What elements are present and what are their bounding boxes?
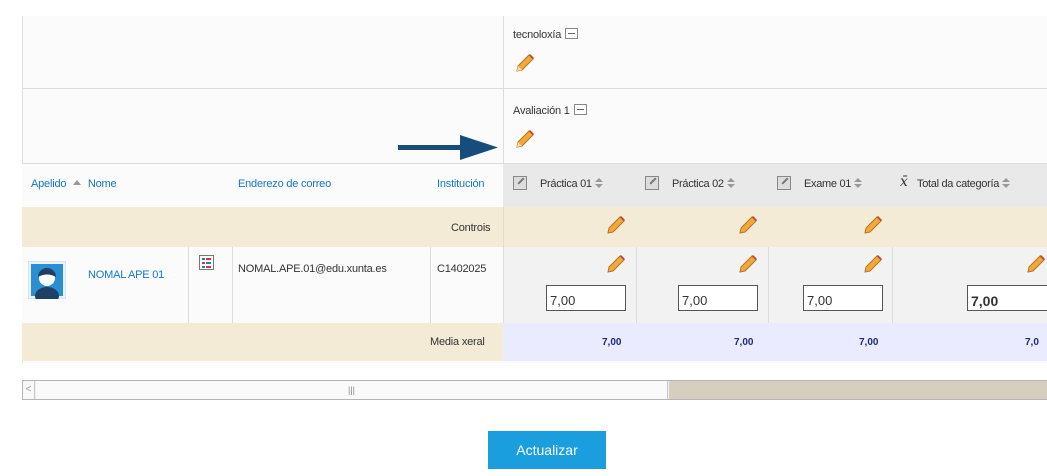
average-label: Media xeral [430, 336, 485, 348]
column-divider [188, 247, 189, 323]
pencil-icon[interactable] [603, 253, 627, 277]
average-value: 7,00 [859, 337, 879, 348]
item-name[interactable]: Exame 01 [804, 178, 851, 190]
column-divider [768, 247, 769, 323]
report-icon[interactable] [199, 255, 214, 270]
column-divider [636, 247, 637, 323]
institution-link[interactable]: Institución [437, 178, 485, 190]
average-value: 7,00 [602, 337, 622, 348]
item-header-3: Exame 01 [804, 178, 863, 190]
pencil-icon[interactable] [735, 214, 759, 238]
row-divider [22, 88, 1047, 89]
column-divider [892, 247, 893, 323]
edit-item-icon[interactable] [513, 176, 527, 190]
email-link[interactable]: Enderezo de correo [238, 178, 331, 190]
item-name[interactable]: Total da categoría [917, 178, 999, 190]
item-name[interactable]: Práctica 02 [672, 178, 724, 190]
item-name[interactable]: Práctica 01 [540, 178, 592, 190]
category-sub-name: Avaliación 1 [513, 105, 570, 117]
grade-input-practica-02[interactable] [678, 285, 758, 311]
update-button[interactable]: Actualizar [488, 431, 606, 469]
pencil-icon[interactable] [1023, 253, 1047, 277]
avatar[interactable] [28, 261, 66, 299]
average-value: 7,00 [734, 337, 754, 348]
pencil-icon[interactable] [860, 214, 884, 238]
sort-icon[interactable] [1002, 178, 1011, 189]
grade-input-exame-01[interactable] [803, 285, 883, 311]
student-email: NOMAL.APE.01@edu.xunta.es [238, 263, 387, 275]
institution-header: Institución [437, 178, 485, 190]
category-sub-label: Avaliación 1 [513, 104, 587, 117]
annotation-arrow [398, 135, 498, 160]
item-header-4: Total da categoría [917, 178, 1011, 190]
column-divider [503, 207, 504, 247]
pencil-icon[interactable] [860, 253, 884, 277]
scroll-grip: ||| [347, 385, 355, 395]
student-institution: C1402025 [437, 263, 487, 275]
pencil-icon[interactable] [512, 128, 536, 152]
scroll-track[interactable] [669, 381, 1047, 399]
name-link[interactable]: Nome [88, 178, 117, 190]
item-header-1: Práctica 01 [540, 178, 603, 190]
scroll-left-button[interactable]: < [23, 381, 35, 399]
grade-input-practica-01[interactable] [546, 285, 626, 311]
sort-up-icon[interactable] [72, 178, 82, 186]
surname-link[interactable]: Apelido [31, 178, 66, 190]
collapse-icon[interactable] [573, 104, 587, 115]
student-name-link[interactable]: NOMAL APE 01 [88, 269, 164, 281]
sort-icon[interactable] [854, 178, 863, 189]
item-header-2: Práctica 02 [672, 178, 735, 190]
pencil-icon[interactable] [735, 253, 759, 277]
column-divider [430, 247, 431, 323]
edit-item-icon[interactable] [777, 176, 791, 190]
column-divider [503, 247, 504, 323]
sort-icon[interactable] [726, 178, 735, 189]
sort-surname: Apelido Nome [31, 178, 117, 190]
edit-item-icon[interactable] [645, 176, 659, 190]
grade-input-total[interactable] [967, 285, 1047, 311]
scroll-thumb[interactable]: ||| [36, 381, 668, 399]
controls-label: Controis [451, 222, 491, 234]
email-header: Enderezo de correo [238, 178, 331, 190]
pencil-icon[interactable] [603, 214, 627, 238]
column-divider [503, 16, 504, 164]
collapse-icon[interactable] [565, 28, 579, 39]
controls-row [22, 207, 1047, 247]
pencil-icon[interactable] [512, 52, 536, 76]
category-top-name: tecnoloxía [513, 29, 562, 41]
column-divider [232, 247, 233, 323]
average-values-row [503, 323, 1047, 361]
category-top-label: tecnoloxía [513, 28, 579, 41]
mean-icon: x̄ [900, 174, 908, 190]
sort-icon[interactable] [594, 178, 603, 189]
average-value: 7,0 [1025, 337, 1039, 348]
